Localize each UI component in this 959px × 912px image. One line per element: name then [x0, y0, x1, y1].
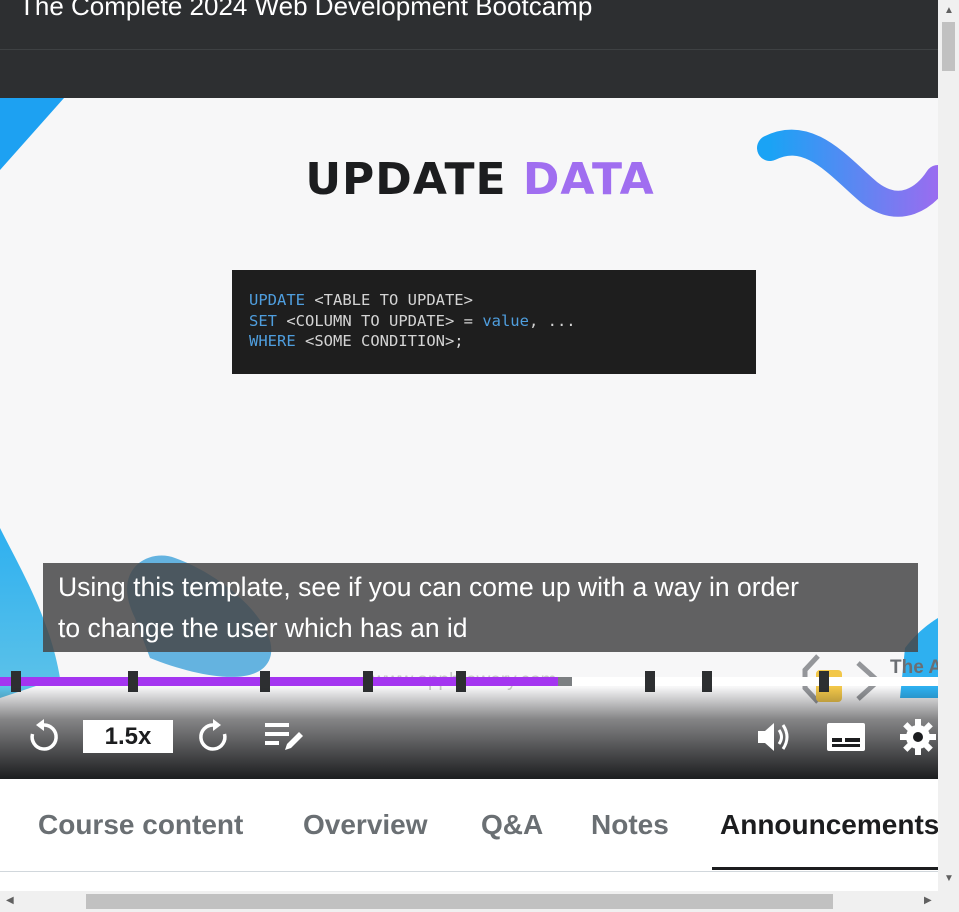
vertical-scrollbar[interactable]: ▲ ▼ [938, 0, 959, 891]
code-snippet: UPDATE <TABLE TO UPDATE> SET <COLUMN TO U… [232, 270, 756, 374]
video-player[interactable]: UPDATE DATA UPDATE <TABLE TO UPDATE> SET … [0, 98, 938, 779]
add-note-button[interactable] [262, 717, 306, 757]
code-text: <TABLE TO UPDATE> [305, 291, 473, 309]
volume-icon [758, 723, 789, 751]
forward-button[interactable] [193, 717, 233, 757]
progress-played [0, 677, 559, 686]
playback-speed-button[interactable]: 1.5x [83, 720, 173, 753]
slide-title: UPDATE DATA [0, 154, 938, 205]
caption-line: Using this template, see if you can come… [58, 572, 799, 602]
captions-button[interactable] [826, 717, 866, 757]
rewind-button[interactable] [24, 717, 64, 757]
tab-announcements[interactable]: Announcements [720, 779, 939, 871]
volume-button[interactable] [754, 717, 794, 757]
course-title[interactable]: The Complete 2024 Web Development Bootca… [19, 0, 592, 22]
tab-course-content[interactable]: Course content [38, 779, 243, 871]
course-tabs: Course content Overview Q&A Notes Announ… [0, 779, 939, 872]
scroll-down-icon[interactable]: ▼ [944, 874, 954, 884]
tab-notes[interactable]: Notes [591, 779, 669, 871]
code-keyword: SET [249, 311, 277, 330]
gear-icon [900, 719, 936, 755]
scroll-right-icon[interactable]: ▶ [924, 896, 932, 906]
scroll-up-icon[interactable]: ▲ [944, 6, 954, 16]
code-keyword: WHERE [249, 332, 296, 350]
tab-overview[interactable]: Overview [303, 779, 428, 871]
note-edit-icon [265, 723, 303, 750]
slide-title-accent: DATA [522, 154, 655, 205]
code-line: WHERE <SOME CONDITION>; [249, 331, 739, 352]
horizontal-scroll-thumb[interactable] [86, 894, 833, 909]
vertical-scroll-thumb[interactable] [942, 22, 955, 71]
code-line: SET <COLUMN TO UPDATE> = value, ... [249, 311, 739, 332]
active-tab-indicator [712, 867, 938, 870]
code-text: , ... [528, 311, 576, 330]
scroll-left-icon[interactable]: ◀ [6, 896, 14, 906]
code-keyword: UPDATE [249, 291, 305, 309]
caption-box: Using this template, see if you can come… [43, 563, 918, 652]
code-keyword: value [482, 311, 529, 330]
course-header: The Complete 2024 Web Development Bootca… [0, 0, 938, 49]
code-line: UPDATE <TABLE TO UPDATE> [249, 290, 739, 311]
slide-title-main: UPDATE [305, 154, 507, 205]
code-text: <COLUMN TO UPDATE> = [277, 311, 483, 330]
brand-text: The App [890, 657, 938, 678]
header-sub-bar [0, 49, 938, 98]
tab-qa[interactable]: Q&A [481, 779, 543, 871]
captions-icon [827, 723, 865, 751]
rewind-icon [30, 719, 58, 751]
caption-line: to change the user which has an id [58, 613, 468, 643]
forward-icon [199, 719, 227, 751]
horizontal-scrollbar[interactable]: ◀ ▶ [0, 891, 959, 912]
code-text: <SOME CONDITION>; [295, 332, 464, 350]
brand-label: The App [890, 658, 938, 678]
control-bar: 1.5x [0, 687, 938, 779]
settings-button[interactable] [898, 717, 938, 757]
